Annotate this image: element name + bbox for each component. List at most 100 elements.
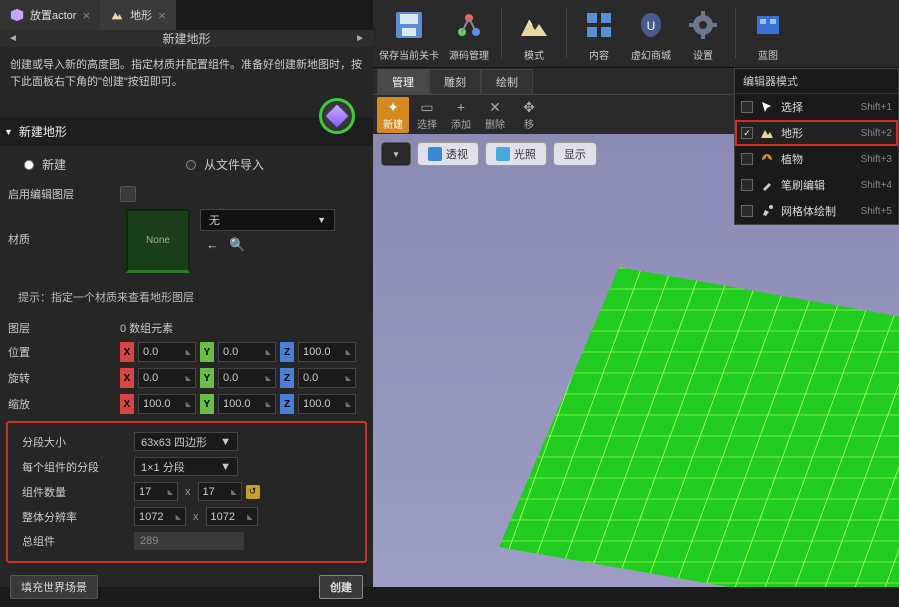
highlighted-settings: 分段大小 63x63 四边形▼ 每个组件的分段 1×1 分段▼ 组件数量 17◣… xyxy=(6,421,367,563)
rot-z-input[interactable]: 0.0◣ xyxy=(298,368,356,388)
tab-place-actor-label: 放置actor xyxy=(30,7,76,23)
pos-z-input[interactable]: 100.0◣ xyxy=(298,342,356,362)
checkbox[interactable] xyxy=(741,179,753,191)
pos-y-input[interactable]: 0.0◣ xyxy=(218,342,276,362)
checkbox-enable-edit-layer[interactable] xyxy=(120,186,136,202)
tab-sculpt[interactable]: 雕刻 xyxy=(429,69,481,94)
tab-terrain-label: 地形 xyxy=(130,7,152,23)
section-new-terrain[interactable]: ▼ 新建地形 xyxy=(0,117,373,146)
brush-icon xyxy=(759,203,775,219)
rot-x-input[interactable]: 0.0◣ xyxy=(138,368,196,388)
vp-perspective[interactable]: 透视 xyxy=(417,142,479,166)
blueprint-button[interactable]: 蓝图 xyxy=(746,4,790,62)
mode-terrain[interactable]: 地形 Shift+2 xyxy=(735,120,898,146)
label-material: 材质 xyxy=(8,209,116,247)
save-button[interactable]: 保存当前关卡 xyxy=(379,4,439,62)
gear-icon xyxy=(684,6,722,44)
action-delete[interactable]: ✕删除 xyxy=(479,97,511,133)
reset-icon[interactable]: ↺ xyxy=(246,485,260,499)
vp-menu[interactable]: ▼ xyxy=(381,142,411,166)
place-actor-icon xyxy=(10,8,24,22)
grid-icon xyxy=(580,6,618,44)
radio-new[interactable]: 新建 xyxy=(24,156,66,173)
panel-title: 新建地形 xyxy=(162,30,210,47)
action-add[interactable]: +添加 xyxy=(445,97,477,133)
checkbox[interactable] xyxy=(741,101,753,113)
comp-y-input[interactable]: 17◣ xyxy=(198,482,242,501)
label-position: 位置 xyxy=(8,344,116,360)
comp-x-input[interactable]: 17◣ xyxy=(134,482,178,501)
editor-modes-title: 编辑器模式 xyxy=(735,69,898,94)
back-icon[interactable]: ← xyxy=(206,237,219,253)
tab-terrain[interactable]: 地形 × xyxy=(100,0,176,30)
label-layers: 图层 xyxy=(8,320,116,336)
tab-place-actor[interactable]: 放置actor × xyxy=(0,0,100,30)
settings-button[interactable]: 设置 xyxy=(681,4,725,62)
axis-x-label: X xyxy=(120,342,134,362)
content-button[interactable]: 内容 xyxy=(577,4,621,62)
label-enable-edit-layer: 启用编辑图层 xyxy=(8,186,116,202)
tab-manage[interactable]: 管理 xyxy=(377,69,429,94)
material-dropdown[interactable]: 无▼ xyxy=(200,209,335,231)
scl-z-input[interactable]: 100.0◣ xyxy=(298,394,356,414)
mode-foliage[interactable]: 植物 Shift+3 xyxy=(735,146,898,172)
res-x-input[interactable]: 1072◣ xyxy=(134,507,186,526)
action-move[interactable]: ✥移 xyxy=(513,97,545,133)
chevron-down-icon: ▼ xyxy=(317,215,326,225)
chevron-left-icon[interactable]: ◄ xyxy=(8,33,18,44)
marketplace-button[interactable]: U 虚幻商城 xyxy=(629,4,673,62)
checkbox[interactable] xyxy=(741,205,753,217)
rot-y-input[interactable]: 0.0◣ xyxy=(218,368,276,388)
marketplace-icon: U xyxy=(632,6,670,44)
checkbox[interactable] xyxy=(741,127,753,139)
chevron-right-icon[interactable]: ► xyxy=(355,33,365,44)
mode-brush[interactable]: 笔刷编辑 Shift+4 xyxy=(735,172,898,198)
panel-description: 创建或导入新的高度图。指定材质并配置组件。准备好创建新地图时，按下此面板右下角的… xyxy=(10,59,362,88)
search-icon[interactable]: 🔍 xyxy=(229,237,245,253)
mountain-icon xyxy=(515,6,553,44)
leaf-icon xyxy=(759,151,775,167)
diamond-button[interactable] xyxy=(319,98,355,134)
chevron-down-icon: ▼ xyxy=(4,127,13,137)
section-size-dropdown[interactable]: 63x63 四边形▼ xyxy=(134,432,238,451)
total-components: 289 xyxy=(134,532,244,550)
scl-y-input[interactable]: 100.0◣ xyxy=(218,394,276,414)
plus-icon: + xyxy=(457,98,465,116)
material-slot[interactable]: None xyxy=(126,209,190,273)
tab-paint[interactable]: 绘制 xyxy=(481,69,533,94)
blueprint-icon xyxy=(749,6,787,44)
source-control-button[interactable]: 源码管理 xyxy=(447,4,491,62)
label-rotation: 旋转 xyxy=(8,370,116,386)
create-button[interactable]: 创建 xyxy=(319,575,363,599)
x-icon: ✕ xyxy=(489,98,501,116)
move-icon: ✥ xyxy=(523,98,535,116)
plus-icon: ✦ xyxy=(387,98,399,116)
pen-icon xyxy=(759,177,775,193)
sections-per-dropdown[interactable]: 1×1 分段▼ xyxy=(134,457,238,476)
terrain-grid xyxy=(499,247,899,587)
scl-x-input[interactable]: 100.0◣ xyxy=(138,394,196,414)
editor-modes-dropdown: 编辑器模式 选择 Shift+1 地形 Shift+2 植物 Shift+3 笔… xyxy=(734,68,899,225)
mode-mesh-paint[interactable]: 网格体绘制 Shift+5 xyxy=(735,198,898,224)
label-scale: 缩放 xyxy=(8,396,116,412)
action-select[interactable]: ▭选择 xyxy=(411,97,443,133)
svg-text:U: U xyxy=(647,19,656,33)
fill-world-button[interactable]: 填充世界场景 xyxy=(10,575,98,599)
pos-x-input[interactable]: 0.0◣ xyxy=(138,342,196,362)
mode-select[interactable]: 选择 Shift+1 xyxy=(735,94,898,120)
material-hint: 提示：指定一个材质来查看地形图层 xyxy=(0,277,373,317)
axis-z-label: Z xyxy=(280,342,294,362)
vp-lighting[interactable]: 光照 xyxy=(485,142,547,166)
radio-import[interactable]: 从文件导入 xyxy=(186,156,264,173)
close-icon[interactable]: × xyxy=(158,8,166,23)
checkbox[interactable] xyxy=(741,153,753,165)
vp-display[interactable]: 显示 xyxy=(553,142,597,166)
mountain-icon xyxy=(759,125,775,141)
action-new[interactable]: ✦新建 xyxy=(377,97,409,133)
close-icon[interactable]: × xyxy=(82,8,90,23)
mountain-icon xyxy=(110,8,124,22)
save-icon xyxy=(390,6,428,44)
source-icon xyxy=(450,6,488,44)
mode-button[interactable]: 模式 xyxy=(512,4,556,62)
res-y-input[interactable]: 1072◣ xyxy=(206,507,258,526)
